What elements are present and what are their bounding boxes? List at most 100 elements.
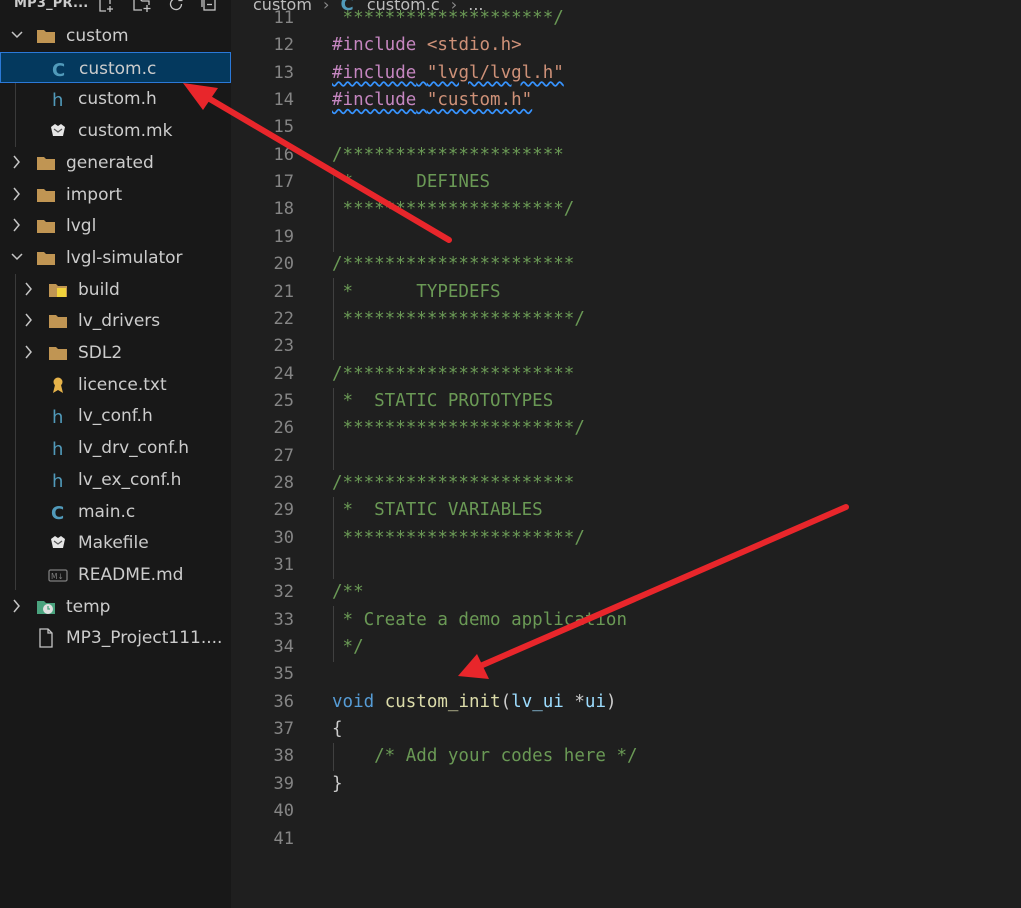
refresh-icon[interactable] (167, 0, 185, 13)
tree-item[interactable]: licence.txt (0, 369, 231, 400)
chevron-down-icon[interactable] (10, 249, 24, 265)
new-file-icon[interactable] (97, 0, 115, 13)
code-line[interactable]: 18 *********************/ (231, 195, 1021, 223)
code-token: **********************/ (332, 418, 585, 439)
code-line[interactable]: 29 * STATIC VARIABLES (231, 496, 1021, 524)
chevron-right-icon[interactable] (10, 154, 24, 170)
code-line[interactable]: 30 **********************/ (231, 524, 1021, 552)
code-line[interactable]: 25 * STATIC PROTOTYPES (231, 387, 1021, 415)
code-line[interactable]: 26 **********************/ (231, 414, 1021, 442)
tree-item[interactable]: build (0, 274, 231, 305)
tree-item[interactable]: custom (0, 20, 231, 51)
code-line[interactable]: 37 { (231, 715, 1021, 743)
code-line[interactable]: 17 * DEFINES (231, 168, 1021, 196)
tree-item[interactable]: h lv_drv_conf.h (0, 432, 231, 463)
new-folder-icon[interactable] (133, 0, 151, 13)
code-line[interactable]: 40 (231, 797, 1021, 825)
tree-item[interactable]: MP3_Project111.... (0, 622, 231, 653)
line-number: 24 (273, 363, 294, 384)
chevron-right-icon[interactable] (22, 344, 36, 360)
chevron-right-icon[interactable] (10, 217, 24, 233)
line-number: 35 (273, 664, 294, 685)
makefile-icon (48, 121, 68, 141)
tree-item[interactable]: h lv_conf.h (0, 400, 231, 431)
code-text: * Create a demo application (332, 610, 627, 630)
line-number: 19 (273, 226, 294, 247)
line-number: 41 (273, 828, 294, 849)
code-token: /********************* (332, 144, 564, 165)
tree-item[interactable]: generated (0, 147, 231, 178)
line-number: 26 (273, 418, 294, 439)
code-line[interactable]: 33 * Create a demo application (231, 606, 1021, 634)
code-token: /** (332, 582, 364, 603)
code-text: /********************* (332, 145, 564, 165)
tree-item-label: import (66, 184, 123, 205)
tree-item[interactable]: custom.mk (0, 115, 231, 146)
tree-item[interactable]: M↓ README.md (0, 559, 231, 590)
code-text: */ (332, 637, 364, 657)
code-line[interactable]: 21 * TYPEDEFS (231, 278, 1021, 306)
code-token: *********************/ (332, 199, 575, 220)
tree-item[interactable]: Ccustom.c (0, 51, 231, 83)
code-line[interactable]: 32 /** (231, 578, 1021, 606)
code-line[interactable]: 12 #include <stdio.h> (231, 31, 1021, 59)
code-line[interactable]: 22 **********************/ (231, 305, 1021, 333)
tree-item[interactable]: lv_drivers (0, 305, 231, 336)
line-number: 33 (273, 609, 294, 630)
code-text: * STATIC VARIABLES (332, 500, 543, 520)
line-number: 21 (273, 281, 294, 302)
tree-item[interactable]: temp (0, 591, 231, 622)
code-token: * Create a demo application (332, 609, 628, 630)
tree-item[interactable]: h lv_ex_conf.h (0, 464, 231, 495)
tree-item[interactable]: import (0, 179, 231, 210)
code-line[interactable]: 20 /********************** (231, 250, 1021, 278)
code-line[interactable]: 36 void custom_init(lv_ui *ui) (231, 688, 1021, 716)
tree-item-label: lv_ex_conf.h (78, 469, 182, 490)
line-number: 11 (273, 8, 294, 28)
tree-item-label: custom.c (79, 58, 157, 79)
code-line[interactable]: 13 #include "lvgl/lvgl.h" (231, 59, 1021, 87)
code-token: * STATIC PROTOTYPES (332, 390, 554, 411)
code-line[interactable]: 34 */ (231, 633, 1021, 661)
collapse-all-icon[interactable] (200, 0, 218, 13)
chevron-down-icon[interactable] (10, 27, 24, 43)
chevron-right-icon[interactable] (22, 312, 36, 328)
code-line[interactable]: 35 (231, 660, 1021, 688)
code-token: { (332, 719, 343, 740)
line-number: 28 (273, 472, 294, 493)
code-line[interactable]: 16 /********************* (231, 141, 1021, 169)
code-line[interactable]: 24 /********************** (231, 360, 1021, 388)
code-text: *********************/ (332, 199, 575, 220)
tree-item[interactable]: Cmain.c (0, 496, 231, 527)
code-line[interactable]: 39} (231, 770, 1021, 798)
chevron-right-icon[interactable] (22, 281, 36, 297)
code-line[interactable]: 41 (231, 825, 1021, 853)
code-token: } (332, 773, 343, 794)
code-token: #include (332, 35, 417, 56)
folder-icon (48, 343, 68, 363)
code-line[interactable]: 27 (231, 442, 1021, 470)
code-line[interactable]: 11 ********************/ (231, 4, 1021, 32)
tree-item[interactable]: SDL2 (0, 337, 231, 368)
code-token: custom_init (384, 691, 501, 712)
code-line[interactable]: 14 #include "custom.h" (231, 86, 1021, 114)
build-folder-icon (48, 280, 68, 300)
tree-item[interactable]: Makefile (0, 527, 231, 558)
tree-item[interactable]: lvgl-simulator (0, 242, 231, 273)
code-line[interactable]: 19 (231, 223, 1021, 251)
code-line[interactable]: 31 (231, 551, 1021, 579)
c-file-icon: C (48, 502, 68, 524)
chevron-right-icon[interactable] (10, 598, 24, 614)
code-line[interactable]: 15 (231, 113, 1021, 141)
svg-text:C: C (51, 503, 64, 522)
tree-item[interactable]: lvgl (0, 210, 231, 241)
code-text: /** (332, 582, 364, 602)
code-editor[interactable]: custom › C custom.c › ... 11 ***********… (231, 0, 1021, 908)
code-line[interactable]: 38 /* Add your codes here */ (231, 742, 1021, 770)
code-line[interactable]: 23 (231, 332, 1021, 360)
tree-item[interactable]: h custom.h (0, 83, 231, 114)
code-line[interactable]: 28 /********************** (231, 469, 1021, 497)
chevron-right-icon[interactable] (10, 186, 24, 202)
code-token: * STATIC VARIABLES (332, 500, 543, 521)
